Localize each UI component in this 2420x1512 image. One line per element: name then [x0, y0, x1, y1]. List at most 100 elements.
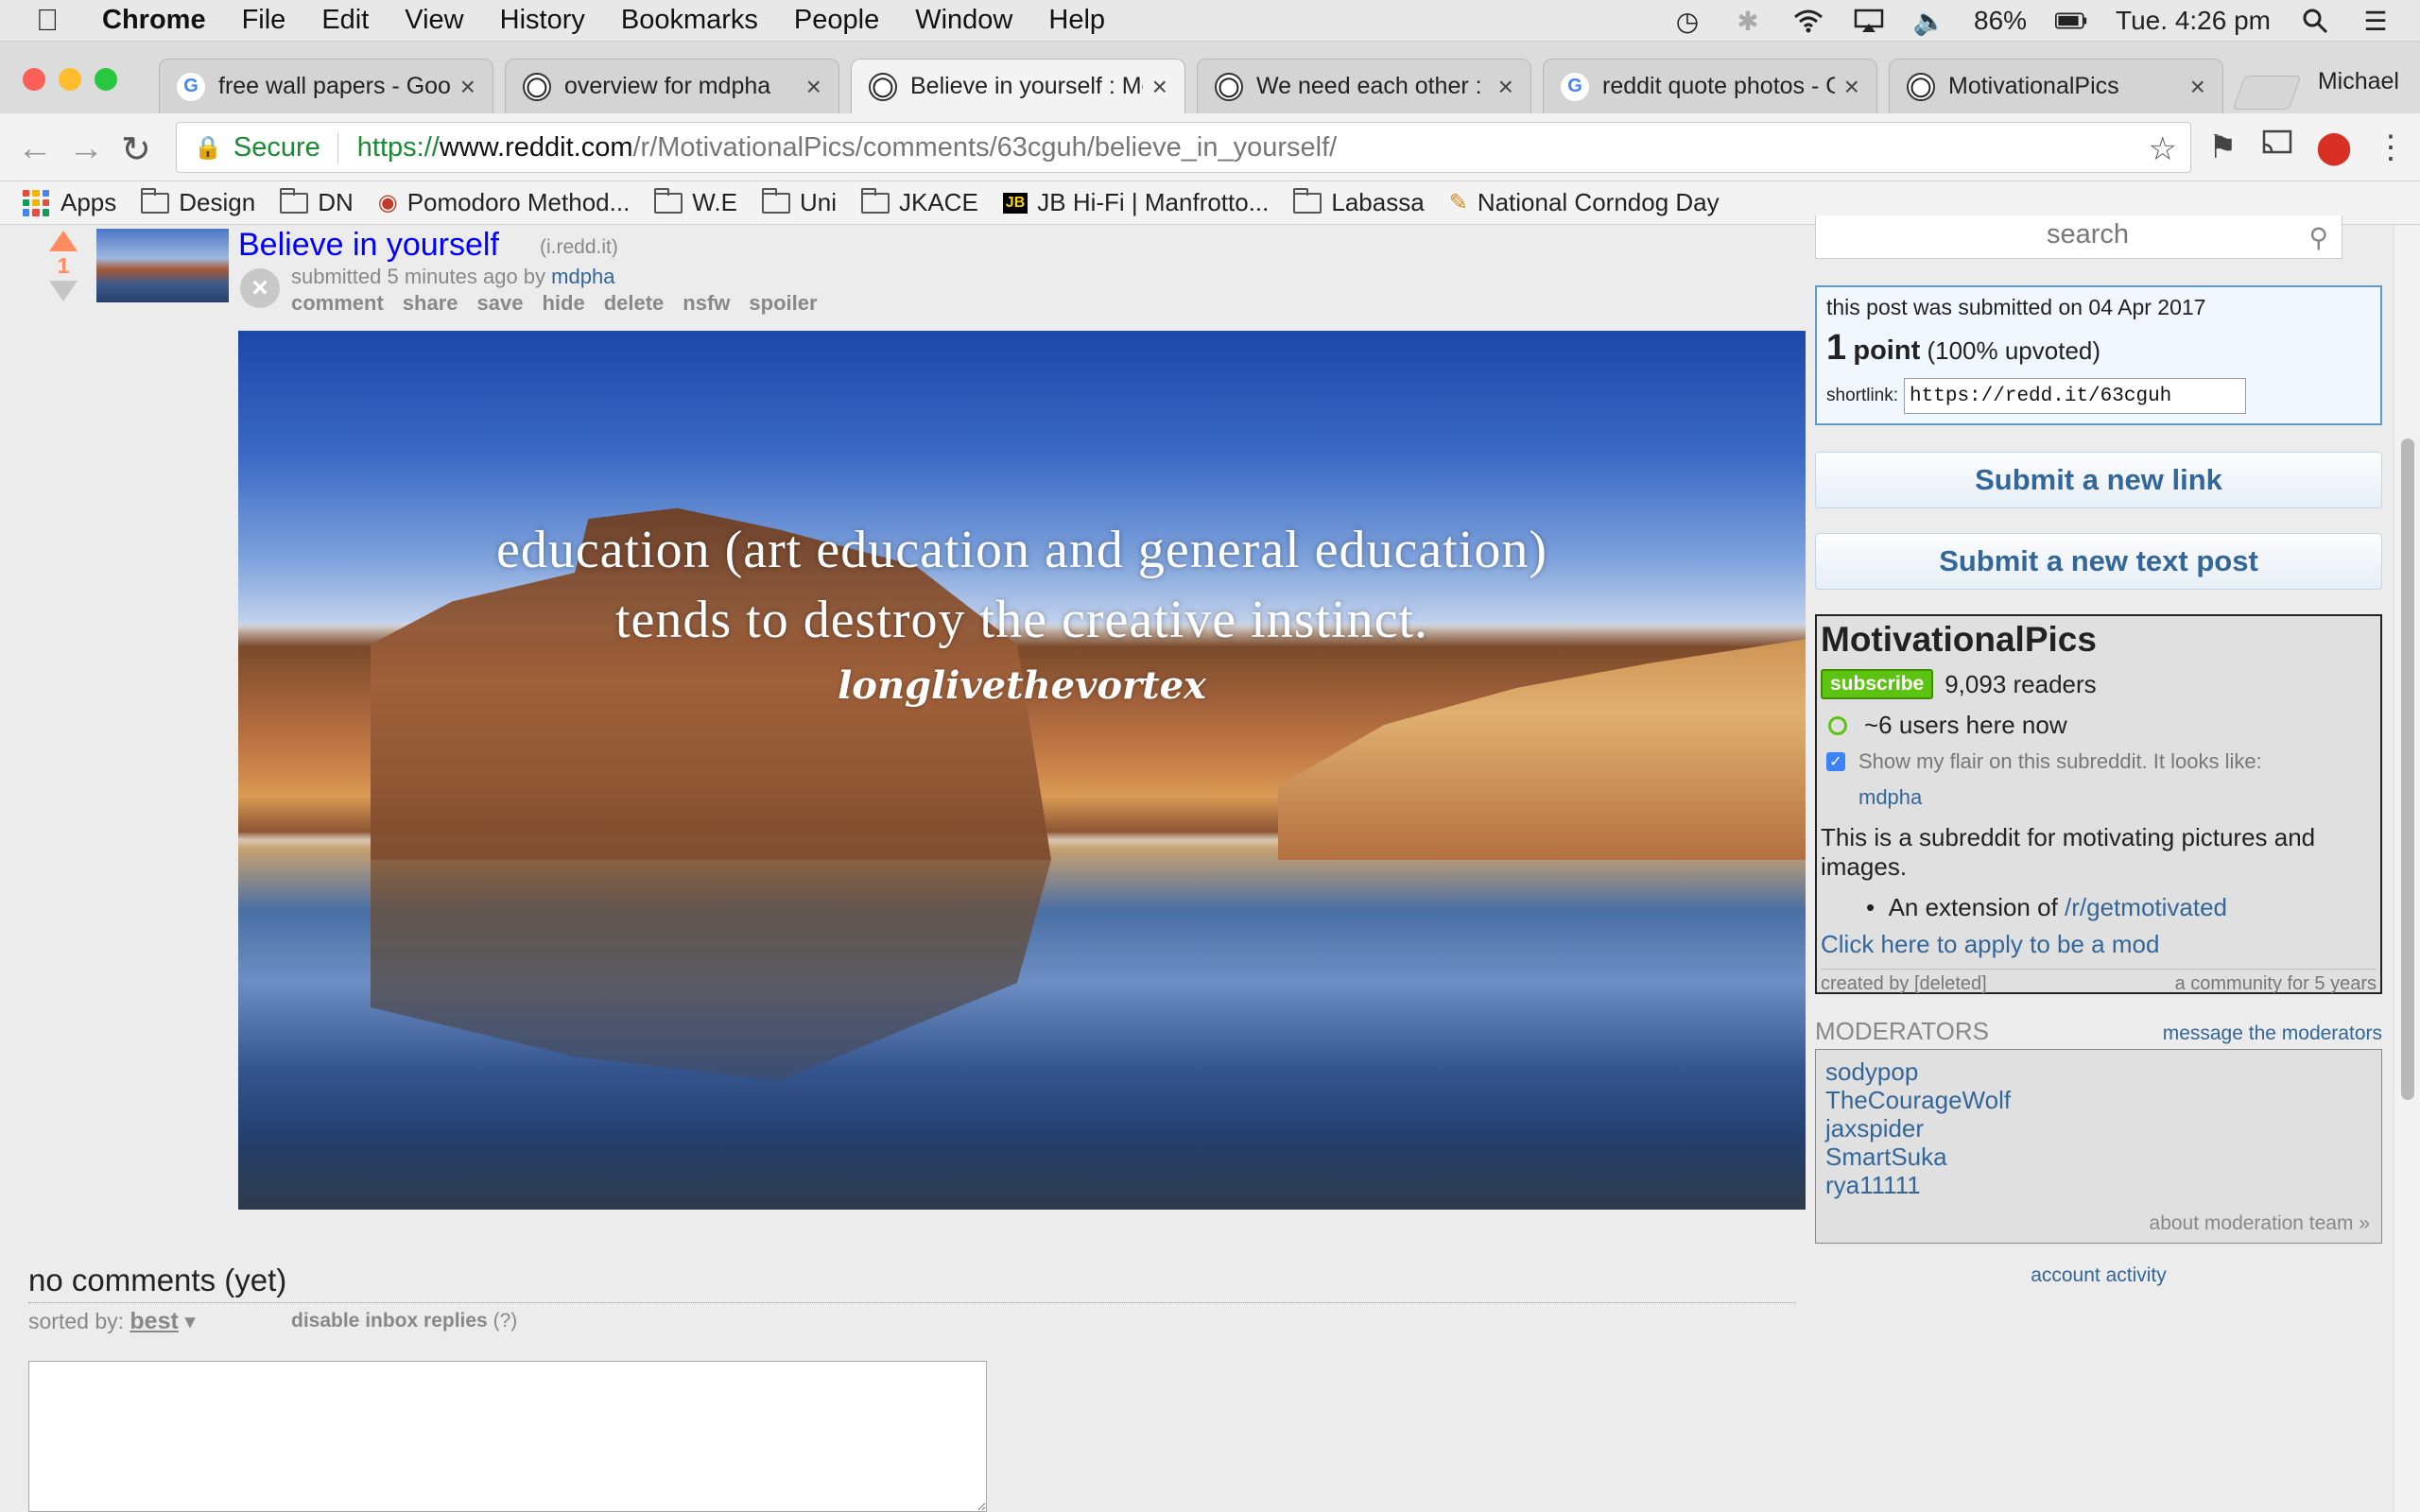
post-thumbnail[interactable] [96, 229, 229, 302]
menu-bookmarks[interactable]: Bookmarks [621, 5, 758, 36]
tab-close-icon[interactable]: × [806, 72, 821, 102]
moderator-link[interactable]: SmartSuka [1825, 1143, 2372, 1171]
tab-reddit-quote-photos[interactable]: G reddit quote photos - G × [1543, 59, 1877, 113]
spoiler-button[interactable]: spoiler [749, 291, 817, 316]
battery-icon[interactable] [2055, 7, 2087, 35]
menu-view[interactable]: View [405, 5, 463, 36]
submit-new-text-post-button[interactable]: Submit a new text post [1815, 533, 2382, 590]
cast-icon[interactable] [2261, 129, 2293, 165]
bookmark-star-icon[interactable]: ☆ [2149, 130, 2177, 168]
moderator-link[interactable]: TheCourageWolf [1825, 1086, 2372, 1114]
moderator-link[interactable]: jaxspider [1825, 1114, 2372, 1143]
delete-button[interactable]: delete [604, 291, 665, 316]
moderator-link[interactable]: rya11111 [1825, 1171, 2372, 1199]
share-button[interactable]: share [403, 291, 458, 316]
notification-center-icon[interactable]: ☰ [2360, 7, 2392, 36]
disable-inbox-link[interactable]: disable inbox replies [291, 1310, 488, 1332]
bluetooth-icon[interactable]: ✱ [1732, 7, 1764, 36]
about-moderation-team-link[interactable]: about moderation team » [2150, 1212, 2370, 1235]
spotlight-search-icon[interactable] [2299, 7, 2331, 35]
flair-checkbox[interactable]: ✓ [1826, 752, 1845, 771]
post-title[interactable]: Believe in yourself [238, 227, 499, 264]
upvote-arrow-icon[interactable] [49, 231, 78, 251]
tab-close-icon[interactable]: × [460, 72, 475, 102]
search-icon[interactable]: ⚲ [2308, 219, 2328, 257]
bookmark-folder-jkace[interactable]: JKACE [860, 187, 978, 217]
bookmark-folder-labassa[interactable]: Labassa [1293, 187, 1425, 217]
menu-window[interactable]: Window [915, 5, 1012, 36]
scrollbar-thumb[interactable] [2401, 438, 2414, 1100]
profile-name[interactable]: Michael [2318, 68, 2399, 95]
bookmark-apps[interactable]: Apps [23, 188, 116, 217]
comment-textarea[interactable] [28, 1361, 987, 1512]
bookmark-jbhifi[interactable]: JB JB Hi-Fi | Manfrotto... [1002, 188, 1269, 217]
submit-new-link-button[interactable]: Submit a new link [1815, 452, 2382, 508]
new-tab-button[interactable] [2232, 76, 2302, 110]
disable-inbox-replies: disable inbox replies (?) [291, 1310, 517, 1332]
menu-edit[interactable]: Edit [321, 5, 369, 36]
tab-we-need-each-other[interactable]: ◯ We need each other : F × [1197, 59, 1531, 113]
bookmark-folder-dn[interactable]: DN [280, 187, 354, 217]
extension-icon[interactable]: ⚑ [2208, 129, 2237, 166]
sort-dropdown[interactable]: best [130, 1308, 178, 1334]
tab-close-icon[interactable]: × [1844, 72, 1859, 102]
shortlink-input[interactable] [1904, 378, 2247, 414]
bookmark-label: Uni [799, 188, 837, 216]
folder-icon [280, 187, 309, 214]
tab-close-icon[interactable]: × [2190, 72, 2205, 102]
chrome-menu-icon[interactable]: ⋮ [2375, 129, 2407, 166]
volume-icon[interactable]: 🔈 [1913, 7, 1946, 36]
subreddit-name[interactable]: MotivationalPics [1821, 620, 2377, 660]
menubar-clock[interactable]: Tue. 4:26 pm [2116, 6, 2271, 36]
bookmark-corndog-day[interactable]: ✎ National Corndog Day [1449, 188, 1720, 217]
chevron-down-icon[interactable]: ▾ [184, 1309, 196, 1333]
window-close-button[interactable] [23, 68, 45, 91]
apply-mod-link[interactable]: Click here to apply to be a mod [1821, 930, 2377, 959]
bookmark-pomodoro[interactable]: ◉ Pomodoro Method... [378, 188, 631, 217]
menu-app-name[interactable]: Chrome [102, 5, 206, 36]
menu-file[interactable]: File [242, 5, 286, 36]
tab-believe-in-yourself[interactable]: ◯ Believe in yourself : Mo × [851, 59, 1185, 113]
reload-icon[interactable]: ↻ [121, 129, 151, 171]
tab-motivationalpics[interactable]: ◯ MotivationalPics × [1889, 59, 2223, 113]
post-image[interactable]: education (art education and general edu… [238, 331, 1806, 1210]
forward-arrow-icon[interactable]: → [68, 129, 104, 169]
tab-overview-mdpha[interactable]: ◯ overview for mdpha × [505, 59, 839, 113]
comment-button[interactable]: comment [291, 291, 384, 316]
subscribe-button[interactable]: subscribe [1821, 669, 1934, 699]
expando-close-icon[interactable]: × [240, 268, 280, 308]
wifi-icon[interactable] [1792, 7, 1824, 35]
bookmark-folder-uni[interactable]: Uni [761, 187, 837, 217]
window-minimize-button[interactable] [59, 68, 81, 91]
downvote-arrow-icon[interactable] [49, 281, 78, 301]
page-scrollbar[interactable] [2394, 225, 2420, 1512]
message-moderators-link[interactable]: message the moderators [2163, 1022, 2382, 1045]
bookmark-folder-we[interactable]: W.E [654, 187, 737, 217]
back-arrow-icon[interactable]: ← [17, 129, 53, 169]
folder-icon [1293, 187, 1322, 214]
bookmark-folder-design[interactable]: Design [141, 187, 255, 217]
flair-username[interactable]: mdpha [1858, 785, 2377, 810]
post-domain[interactable]: (i.redd.it) [540, 236, 618, 259]
moderator-link[interactable]: sodypop [1825, 1057, 2372, 1086]
adblock-extension-icon[interactable]: ⬤ [2316, 129, 2352, 166]
help-link[interactable]: (?) [493, 1310, 518, 1332]
apple-menu-icon[interactable]:  [36, 3, 74, 38]
window-zoom-button[interactable] [95, 68, 117, 91]
save-button[interactable]: save [477, 291, 524, 316]
nsfw-button[interactable]: nsfw [683, 291, 730, 316]
menu-history[interactable]: History [500, 5, 585, 36]
author-link[interactable]: mdpha [551, 265, 614, 288]
tab-close-icon[interactable]: × [1498, 72, 1513, 102]
search-input[interactable]: search ⚲ [1815, 215, 2342, 259]
address-bar[interactable]: 🔒 Secure https:// www.reddit.com /r/Moti… [176, 122, 2191, 173]
tab-close-icon[interactable]: × [1152, 72, 1167, 102]
time-machine-icon[interactable]: ◷ [1671, 7, 1703, 36]
account-activity-link[interactable]: account activity [1815, 1264, 2382, 1287]
menu-people[interactable]: People [794, 5, 879, 36]
menu-help[interactable]: Help [1048, 5, 1105, 36]
hide-button[interactable]: hide [542, 291, 584, 316]
getmotivated-link[interactable]: /r/getmotivated [2065, 893, 2227, 921]
airplay-icon[interactable] [1853, 7, 1885, 35]
tab-free-wallpapers[interactable]: G free wall papers - Goo × [159, 59, 493, 113]
